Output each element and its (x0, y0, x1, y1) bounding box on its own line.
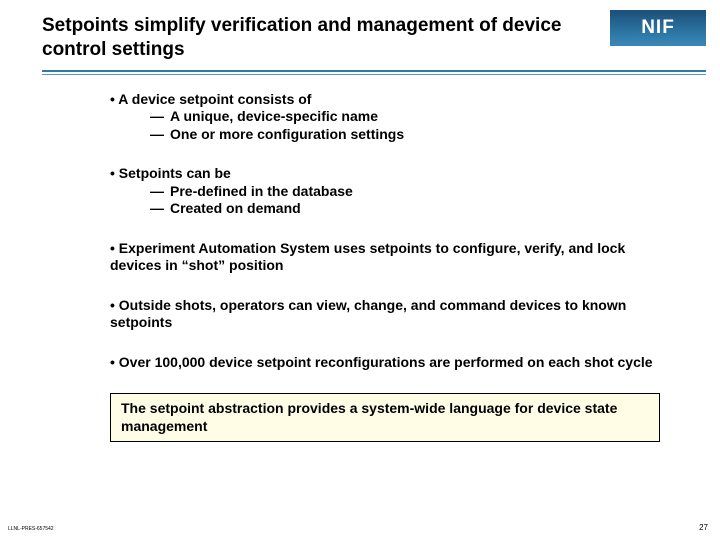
bullet-item: Experiment Automation System uses setpoi… (110, 240, 670, 275)
bullet-lead: Over 100,000 device setpoint reconfigura… (110, 354, 670, 372)
bullet-item: A device setpoint consists of —A unique,… (110, 91, 670, 144)
sub-text: Pre-defined in the database (170, 183, 353, 201)
dash-icon: — (150, 126, 170, 144)
bullet-sublist: —Pre-defined in the database —Created on… (110, 183, 670, 218)
sub-text: One or more configuration settings (170, 126, 404, 144)
bullet-item: Over 100,000 device setpoint reconfigura… (110, 354, 670, 372)
bullet-item: Setpoints can be —Pre-defined in the dat… (110, 165, 670, 218)
dash-icon: — (150, 200, 170, 218)
footer-doc-id: LLNL-PRES-657542 (8, 526, 54, 532)
slide-number: 27 (699, 523, 708, 532)
sub-item: —One or more configuration settings (150, 126, 670, 144)
nif-logo-text: NIF (641, 17, 675, 39)
sub-text: Created on demand (170, 200, 301, 218)
bullet-lead: Experiment Automation System uses setpoi… (110, 240, 670, 275)
bullet-lead: Outside shots, operators can view, chang… (110, 297, 670, 332)
sub-item: —Created on demand (150, 200, 670, 218)
sub-item: —Pre-defined in the database (150, 183, 670, 201)
callout-box: The setpoint abstraction provides a syst… (110, 393, 660, 442)
bullet-lead: A device setpoint consists of (110, 91, 670, 109)
callout-text: The setpoint abstraction provides a syst… (121, 400, 617, 434)
dash-icon: — (150, 183, 170, 201)
bullet-item: Outside shots, operators can view, chang… (110, 297, 670, 332)
slide-header: Setpoints simplify verification and mana… (0, 0, 720, 62)
slide-body: A device setpoint consists of —A unique,… (0, 75, 720, 372)
sub-text: A unique, device-specific name (170, 108, 378, 126)
bullet-lead: Setpoints can be (110, 165, 670, 183)
nif-logo: NIF (610, 10, 706, 46)
dash-icon: — (150, 108, 170, 126)
header-rule-thick (42, 70, 706, 72)
bullet-sublist: —A unique, device-specific name —One or … (110, 108, 670, 143)
slide-title: Setpoints simplify verification and mana… (42, 14, 572, 62)
sub-item: —A unique, device-specific name (150, 108, 670, 126)
